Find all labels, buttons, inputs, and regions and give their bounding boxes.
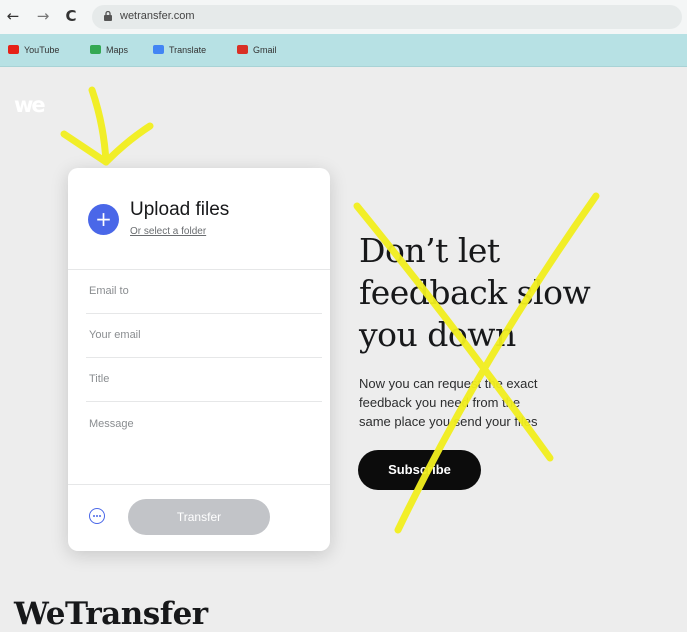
youtube-icon <box>8 45 19 54</box>
subscribe-button[interactable]: Subscribe <box>358 450 481 490</box>
lock-icon <box>104 11 112 21</box>
headline-line: Don’t let <box>359 231 500 270</box>
divider <box>68 269 330 270</box>
back-arrow-icon[interactable]: ← <box>4 7 22 25</box>
promo-headline: Don’t let feedback slow you down <box>359 230 629 356</box>
promo-body: Now you can request the exact feedback y… <box>359 374 599 431</box>
bookmark-label: YouTube <box>24 45 60 55</box>
we-logo[interactable]: we <box>14 93 46 117</box>
forward-arrow-icon[interactable]: → <box>34 7 52 25</box>
annotation-arrow-shaft <box>88 86 110 166</box>
annotation-arrow-head <box>60 122 154 166</box>
upload-title[interactable]: Upload files <box>130 199 229 221</box>
translate-icon <box>153 45 164 54</box>
divider <box>86 313 322 314</box>
headline-line: you down <box>359 315 516 354</box>
bookmark-maps[interactable]: Maps <box>90 43 128 57</box>
wetransfer-wordmark: WeTransfer <box>14 596 208 632</box>
maps-icon <box>90 45 101 54</box>
bookmark-youtube[interactable]: YouTube <box>8 43 59 57</box>
bookmark-translate[interactable]: Translate <box>153 43 206 57</box>
divider <box>86 401 322 402</box>
divider <box>86 357 322 358</box>
browser-toolbar: ← → C wetransfer.com <box>0 0 687 34</box>
reload-icon[interactable]: C <box>62 7 80 25</box>
body-line: same place you send your files <box>359 414 538 429</box>
bookmark-label: Gmail <box>253 45 277 55</box>
bookmark-label: Maps <box>106 45 129 55</box>
email-to-field[interactable]: Email to <box>89 285 129 297</box>
select-folder-link[interactable]: Or select a folder <box>130 226 206 237</box>
gmail-icon <box>237 45 248 54</box>
headline-line: feedback slow <box>359 273 591 312</box>
bookmark-gmail[interactable]: Gmail <box>237 43 277 57</box>
address-bar[interactable]: wetransfer.com <box>92 5 682 29</box>
body-line: feedback you need from the <box>359 395 521 410</box>
bookmark-label: Translate <box>169 45 207 55</box>
body-line: Now you can request the exact <box>359 376 538 391</box>
more-options-icon[interactable] <box>89 508 105 524</box>
add-files-button[interactable]: + <box>88 204 119 235</box>
title-field[interactable]: Title <box>89 373 109 385</box>
divider <box>68 484 330 485</box>
your-email-field[interactable]: Your email <box>89 329 141 341</box>
upload-panel: + Upload files Or select a folder Email … <box>68 168 330 551</box>
message-field[interactable]: Message <box>89 418 134 430</box>
bookmarks-bar: YouTube Maps Translate Gmail <box>0 34 687 67</box>
transfer-button[interactable]: Transfer <box>128 499 270 535</box>
url-text: wetransfer.com <box>120 10 195 22</box>
